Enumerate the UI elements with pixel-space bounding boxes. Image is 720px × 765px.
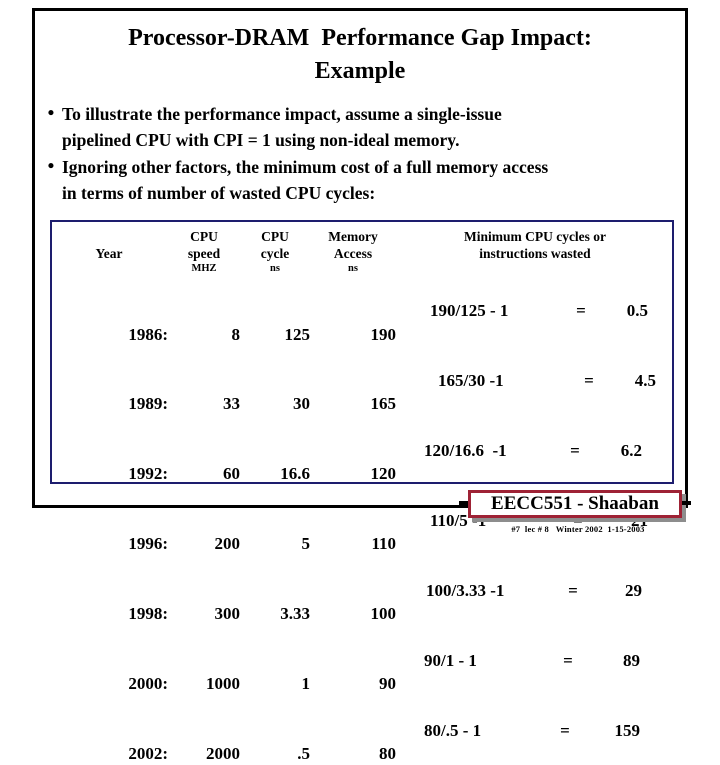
bullet-line-2: pipelined CPU with CPI = 1 using non-ide…	[62, 130, 460, 150]
cell-wasted: 100/3.33 -1 = 29	[396, 556, 674, 626]
column-header-cpu-cycle-line2: cycle	[260, 246, 290, 261]
cell-speed: 200	[214, 534, 241, 554]
cell-wasted-equals: =	[584, 371, 594, 391]
cell-cycle: 125	[284, 324, 311, 344]
column-header-memory-line1: Memory	[328, 229, 378, 244]
cell-cycle: 5	[301, 534, 311, 554]
cell-memory: 120	[370, 464, 397, 484]
cell-memory: 100	[370, 604, 397, 624]
column-header-wasted-line2: instructions wasted	[479, 246, 591, 261]
title-line-1: Processor-DRAM Performance Gap Impact:	[128, 25, 592, 51]
cell-speed: 1000	[206, 674, 240, 694]
banner-connector-right-icon	[682, 501, 691, 505]
cell-wasted-result: 0.5	[626, 301, 648, 321]
column-header-wasted-line1: Minimum CPU cycles or	[463, 229, 607, 244]
cell-wasted-expr: 190/125 - 1	[430, 301, 509, 321]
title-line-2: Example	[314, 58, 406, 84]
bullet-dot-icon: •	[47, 156, 55, 177]
bullet-dot-icon: •	[47, 103, 55, 124]
cell-wasted: 80/.5 - 1 = 159	[396, 695, 674, 765]
table-row: 1998: 300 3.33 100 100/3.33 -1 = 29	[50, 556, 674, 626]
table-row: 2002: 2000 .5 80 80/.5 - 1 = 159	[50, 695, 674, 765]
column-header-cpu-cycle-line1: CPU	[261, 229, 289, 244]
bullet-line-1: Ignoring other factors, the minimum cost…	[62, 157, 549, 177]
column-header-year: Year	[50, 228, 168, 276]
list-item: • Ignoring other factors, the minimum co…	[40, 154, 686, 206]
cell-wasted-expr: 165/30 -1	[438, 371, 504, 391]
column-header-year-label: Year	[95, 246, 123, 261]
banner-connector-left-icon	[459, 501, 468, 505]
column-header-cpu-cycle-unit: ns	[270, 263, 280, 274]
column-header-cpu-speed-line1: CPU	[190, 229, 218, 244]
cell-wasted-result: 6.2	[620, 441, 642, 461]
table-header-row: Year CPU speed MHZ CPU cycle ns Memory A…	[50, 228, 674, 276]
table-row: 1989: 33 30 165 165/30 -1 = 4.5	[50, 346, 674, 416]
cell-wasted-equals: =	[563, 650, 573, 670]
cell-year: 1998:	[128, 604, 168, 624]
cell-memory: 90	[379, 674, 396, 694]
table-row: 1986: 8 125 190 190/125 - 1 = 0.5	[50, 276, 674, 346]
column-header-cpu-speed-line2: speed	[187, 246, 221, 261]
cell-wasted-expr: 120/16.6 -1	[424, 441, 507, 461]
cell-wasted-result: 29	[625, 580, 642, 600]
table-row: 2000: 1000 1 90 90/1 - 1 = 89	[50, 625, 674, 695]
column-header-wasted-cycles: Minimum CPU cycles or instructions waste…	[396, 228, 674, 276]
cell-wasted-equals: =	[570, 441, 580, 461]
cell-cycle: 3.33	[280, 604, 310, 624]
course-banner: EECC551 - Shaaban	[459, 490, 691, 522]
cell-memory: 165	[370, 394, 397, 414]
cell-year: 1996:	[128, 534, 168, 554]
cell-year: 1986:	[128, 324, 168, 344]
cell-speed: 60	[223, 464, 240, 484]
cell-memory: 110	[371, 534, 396, 554]
cell-speed: 33	[223, 394, 240, 414]
footer-note: #7 lec # 8 Winter 2002 1-15-2003	[511, 524, 645, 534]
list-item: • To illustrate the performance impact, …	[40, 101, 686, 153]
column-header-cpu-speed-unit: MHZ	[191, 263, 217, 274]
bullet-line-2: in terms of number of wasted CPU cycles:	[62, 183, 376, 203]
cell-wasted-result: 89	[623, 650, 640, 670]
page-title: Processor-DRAM Performance Gap Impact: E…	[34, 22, 686, 88]
cell-wasted-expr: 80/.5 - 1	[424, 720, 482, 740]
column-header-memory-access: Memory Access ns	[310, 228, 396, 276]
cell-cycle: 1	[301, 674, 311, 694]
cell-wasted: 190/125 - 1 = 0.5	[396, 276, 674, 346]
cell-wasted: 90/1 - 1 = 89	[396, 625, 674, 695]
table-row: 1992: 60 16.6 120 120/16.6 -1 = 6.2	[50, 416, 674, 486]
cell-memory: 190	[370, 324, 397, 344]
cell-year: 2000:	[128, 674, 168, 694]
cell-wasted: 165/30 -1 = 4.5	[396, 346, 674, 416]
cell-wasted-equals: =	[568, 580, 578, 600]
cell-cycle: .5	[297, 743, 310, 763]
bullet-text: Ignoring other factors, the minimum cost…	[62, 154, 686, 206]
cell-speed: 300	[214, 604, 241, 624]
cell-wasted-expr: 100/3.33 -1	[426, 580, 505, 600]
cell-memory: 80	[379, 743, 396, 763]
cell-wasted: 120/16.6 -1 = 6.2	[396, 416, 674, 486]
cell-speed: 2000	[206, 743, 240, 763]
cell-wasted-expr: 90/1 - 1	[424, 650, 477, 670]
bullet-list: • To illustrate the performance impact, …	[40, 101, 686, 207]
column-header-memory-line2: Access	[333, 246, 373, 261]
column-header-cpu-cycle: CPU cycle ns	[240, 228, 310, 276]
cell-cycle: 16.6	[280, 464, 310, 484]
cell-year: 2002:	[128, 743, 168, 763]
column-header-cpu-speed: CPU speed MHZ	[168, 228, 240, 276]
bullet-line-1: To illustrate the performance impact, as…	[62, 104, 502, 124]
cell-wasted-result: 4.5	[634, 371, 656, 391]
banner-label: EECC551 - Shaaban	[468, 490, 682, 518]
cell-cycle: 30	[293, 394, 310, 414]
cell-year: 1989:	[128, 394, 168, 414]
cell-year: 1992:	[128, 464, 168, 484]
bullet-text: To illustrate the performance impact, as…	[62, 101, 686, 153]
cell-wasted-result: 159	[614, 720, 641, 740]
column-header-memory-unit: ns	[348, 263, 358, 274]
cell-wasted-equals: =	[576, 301, 586, 321]
cell-speed: 8	[231, 324, 241, 344]
cell-wasted-equals: =	[560, 720, 570, 740]
